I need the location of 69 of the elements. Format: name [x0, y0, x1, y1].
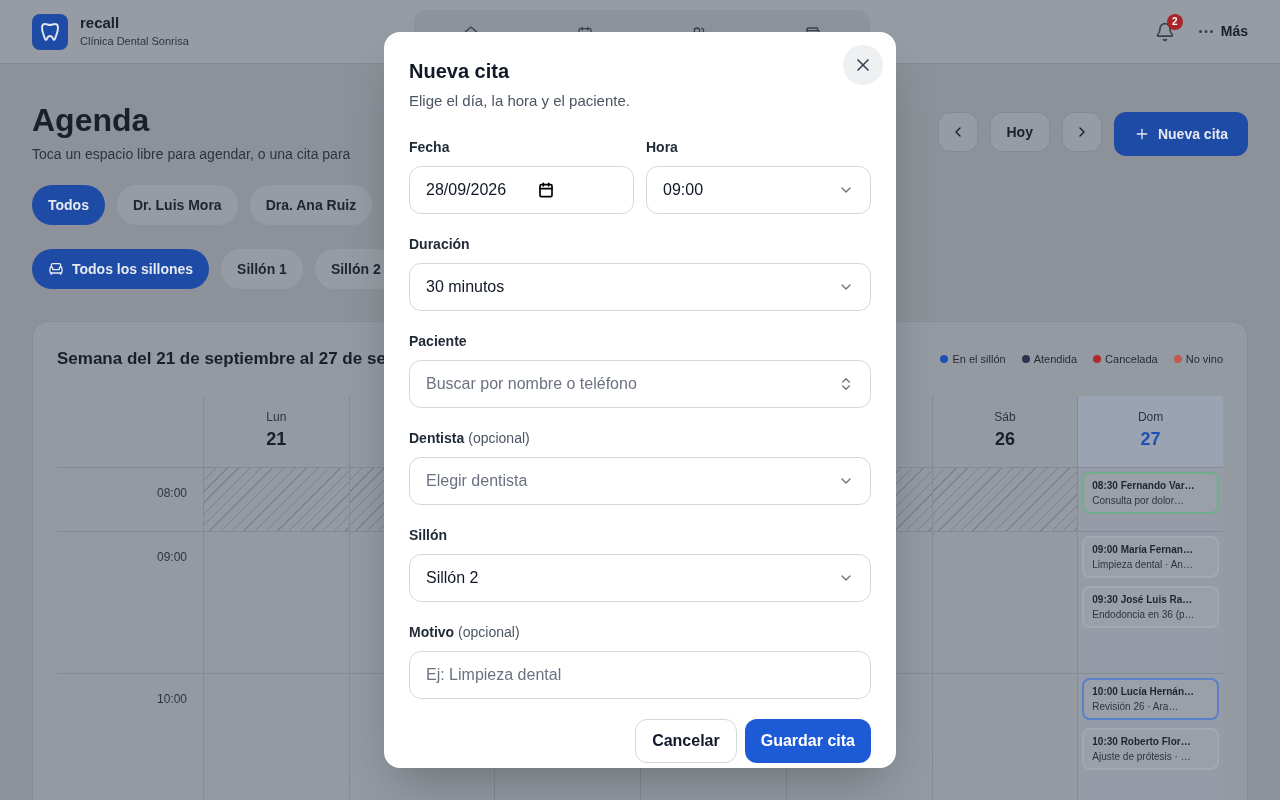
today-button[interactable]: Hoy [989, 112, 1050, 152]
dialog-subtitle: Elige el día, la hora y el paciente. [409, 91, 630, 111]
legend-label: Cancelada [1105, 351, 1158, 367]
appointment-title: 09:00 María Fernan… [1092, 542, 1194, 557]
appointment-detail: Revisión 26 · Ara… [1092, 699, 1180, 714]
dots-icon [1198, 30, 1213, 33]
more-button[interactable]: Más [1198, 21, 1248, 42]
select-field[interactable]: 30 minutos [409, 262, 871, 311]
time-slot[interactable]: 10:00 Lucía Hernán… Revisión 26 · Ara… 10:30 Roberto Flor… Ajuste de prótesis · … [1077, 673, 1223, 800]
brand-name: recall [80, 13, 121, 34]
chair-filter-chip[interactable]: Todos los sillones [32, 249, 210, 289]
clinic-name: Clínica Dental Sonrisa [80, 34, 189, 50]
appointment-card[interactable]: 10:00 Lucía Hernán… Revisión 26 · Ara… [1082, 677, 1219, 720]
field-label: Dentista [409, 428, 465, 448]
logo-icon [32, 13, 68, 50]
time-slot[interactable] [203, 531, 349, 674]
optional-note: (opcional) [458, 622, 520, 642]
week-title: Semana del 21 de septiembre al 27 de se [57, 348, 386, 370]
appointment-title: 08:30 Fernando Var… [1092, 478, 1196, 493]
dentist-filter-chip[interactable]: Dr. Luis Mora [116, 185, 238, 225]
chair-icon [48, 261, 64, 277]
select-field[interactable]: Sillón 2 [409, 553, 871, 602]
dentist-filter-chip[interactable]: Dra. Ana Ruiz [249, 185, 373, 225]
text-field[interactable]: Ej: Limpieza dental [409, 650, 871, 699]
appointment-title: 10:00 Lucía Hernán… [1092, 684, 1195, 699]
date-field[interactable]: 28/09/2026 [409, 165, 634, 214]
appointment-card[interactable]: 09:00 María Fernan… Limpieza dental · An… [1082, 535, 1219, 578]
patient-combobox[interactable]: Buscar por nombre o teléfono [409, 359, 871, 408]
appointment-card[interactable]: 10:30 Roberto Flor… Ajuste de prótesis · … [1082, 727, 1219, 770]
dentist-filter-chip[interactable]: Todos [32, 185, 105, 225]
appointment-detail: Endodoncia en 36 (p… [1092, 607, 1196, 622]
chair-filter-chip[interactable]: Sillón 1 [221, 249, 303, 289]
appointment-title: 10:30 Roberto Flor… [1092, 734, 1192, 749]
select-field[interactable]: 09:00 [646, 165, 871, 214]
close-button[interactable] [843, 45, 883, 85]
page-subtitle: Toca un espacio libre para agendar, o una cita para [32, 145, 351, 164]
legend-label: No vino [1185, 351, 1223, 367]
field-label: Fecha [409, 137, 450, 157]
time-label: 09:00 [156, 548, 187, 566]
field-label: Sillón [409, 525, 448, 545]
time-label: 10:00 [156, 690, 187, 708]
previous-button[interactable] [937, 112, 978, 152]
day-header: Dom 27 [1077, 395, 1223, 468]
field-label: Paciente [409, 331, 467, 351]
day-header: Lun 21 [203, 395, 349, 468]
appointment-card[interactable]: 09:30 José Luis Ra… Endodoncia en 36 (p… [1082, 585, 1219, 628]
appointment-title: 09:30 José Luis Ra… [1092, 592, 1194, 607]
save-button[interactable]: Guardar cita [744, 718, 871, 763]
field-label: Duración [409, 234, 470, 254]
optional-note: (opcional) [468, 428, 530, 448]
appointment-detail: Consulta por dolor… [1092, 493, 1185, 508]
dialog-title: Nueva cita [409, 59, 510, 84]
select-field[interactable]: Elegir dentista [409, 456, 871, 505]
field-label: Hora [646, 137, 678, 157]
appointment-card[interactable]: 08:30 Fernando Var… Consulta por dolor… [1082, 471, 1219, 514]
field-label: Motivo [409, 622, 455, 642]
new-appointment-button[interactable]: Nueva cita [1113, 112, 1248, 156]
cancel-button[interactable]: Cancelar [635, 718, 737, 763]
legend-label: Atendida [1033, 351, 1078, 367]
page-title: Agenda [32, 101, 151, 140]
legend-label: En el sillón [952, 351, 1006, 367]
next-button[interactable] [1061, 112, 1102, 152]
appointment-detail: Ajuste de prótesis · … [1092, 749, 1192, 764]
time-slot[interactable]: 08:30 Fernando Var… Consulta por dolor… [1077, 467, 1223, 532]
time-label: 08:00 [156, 484, 187, 502]
calendar-icon [538, 181, 555, 198]
appointment-detail: Limpieza dental · An… [1092, 557, 1194, 572]
time-slot[interactable]: 09:00 María Fernan… Limpieza dental · An… 09:30 José Luis Ra… Endodoncia en 36 (p… [1077, 531, 1223, 674]
notification-badge: 2 [1166, 13, 1183, 30]
